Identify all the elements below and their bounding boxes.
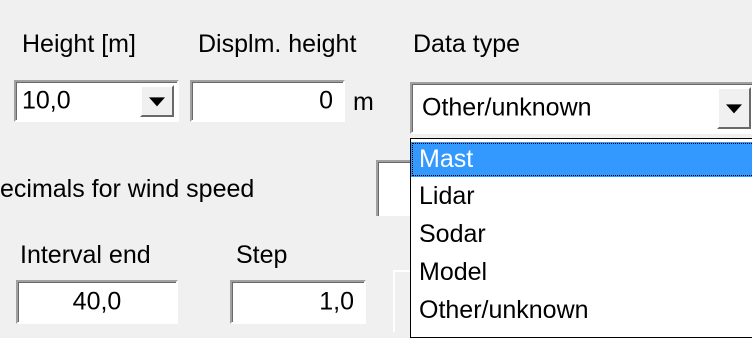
dropdown-option-sodar[interactable]: Sodar: [411, 217, 752, 252]
data-type-dropdown-list: Mast Lidar Sodar Model Other/unknown: [410, 138, 752, 338]
height-combo-value: 10,0: [22, 86, 71, 115]
height-label: Height [m]: [22, 30, 136, 58]
step-value: 1,0: [319, 287, 354, 316]
interval-end-field[interactable]: 40,0: [16, 280, 178, 324]
interval-end-label: Interval end: [20, 241, 151, 269]
data-type-combo-button[interactable]: [717, 87, 751, 129]
dropdown-option-lidar[interactable]: Lidar: [411, 179, 752, 214]
displ-height-unit: m: [353, 88, 374, 116]
height-combo[interactable]: 10,0: [14, 80, 179, 122]
chevron-down-icon: [726, 104, 742, 114]
data-type-combo[interactable]: Other/unknown: [410, 82, 752, 134]
decimals-wind-speed-label: ecimals for wind speed: [0, 175, 255, 203]
chevron-down-icon: [149, 97, 165, 107]
dropdown-option-other-unknown[interactable]: Other/unknown: [411, 293, 752, 328]
data-type-label: Data type: [413, 30, 521, 58]
height-combo-button[interactable]: [140, 85, 174, 117]
step-field[interactable]: 1,0: [230, 280, 366, 324]
dropdown-option-model[interactable]: Model: [411, 255, 752, 290]
step-label: Step: [236, 241, 288, 269]
displ-height-value: 0: [319, 86, 333, 115]
displ-height-field[interactable]: 0: [190, 80, 345, 122]
interval-end-value: 40,0: [72, 287, 122, 316]
data-type-combo-value: Other/unknown: [422, 93, 592, 122]
displ-height-label: Displm. height: [198, 30, 357, 58]
dropdown-option-mast[interactable]: Mast: [411, 142, 752, 177]
